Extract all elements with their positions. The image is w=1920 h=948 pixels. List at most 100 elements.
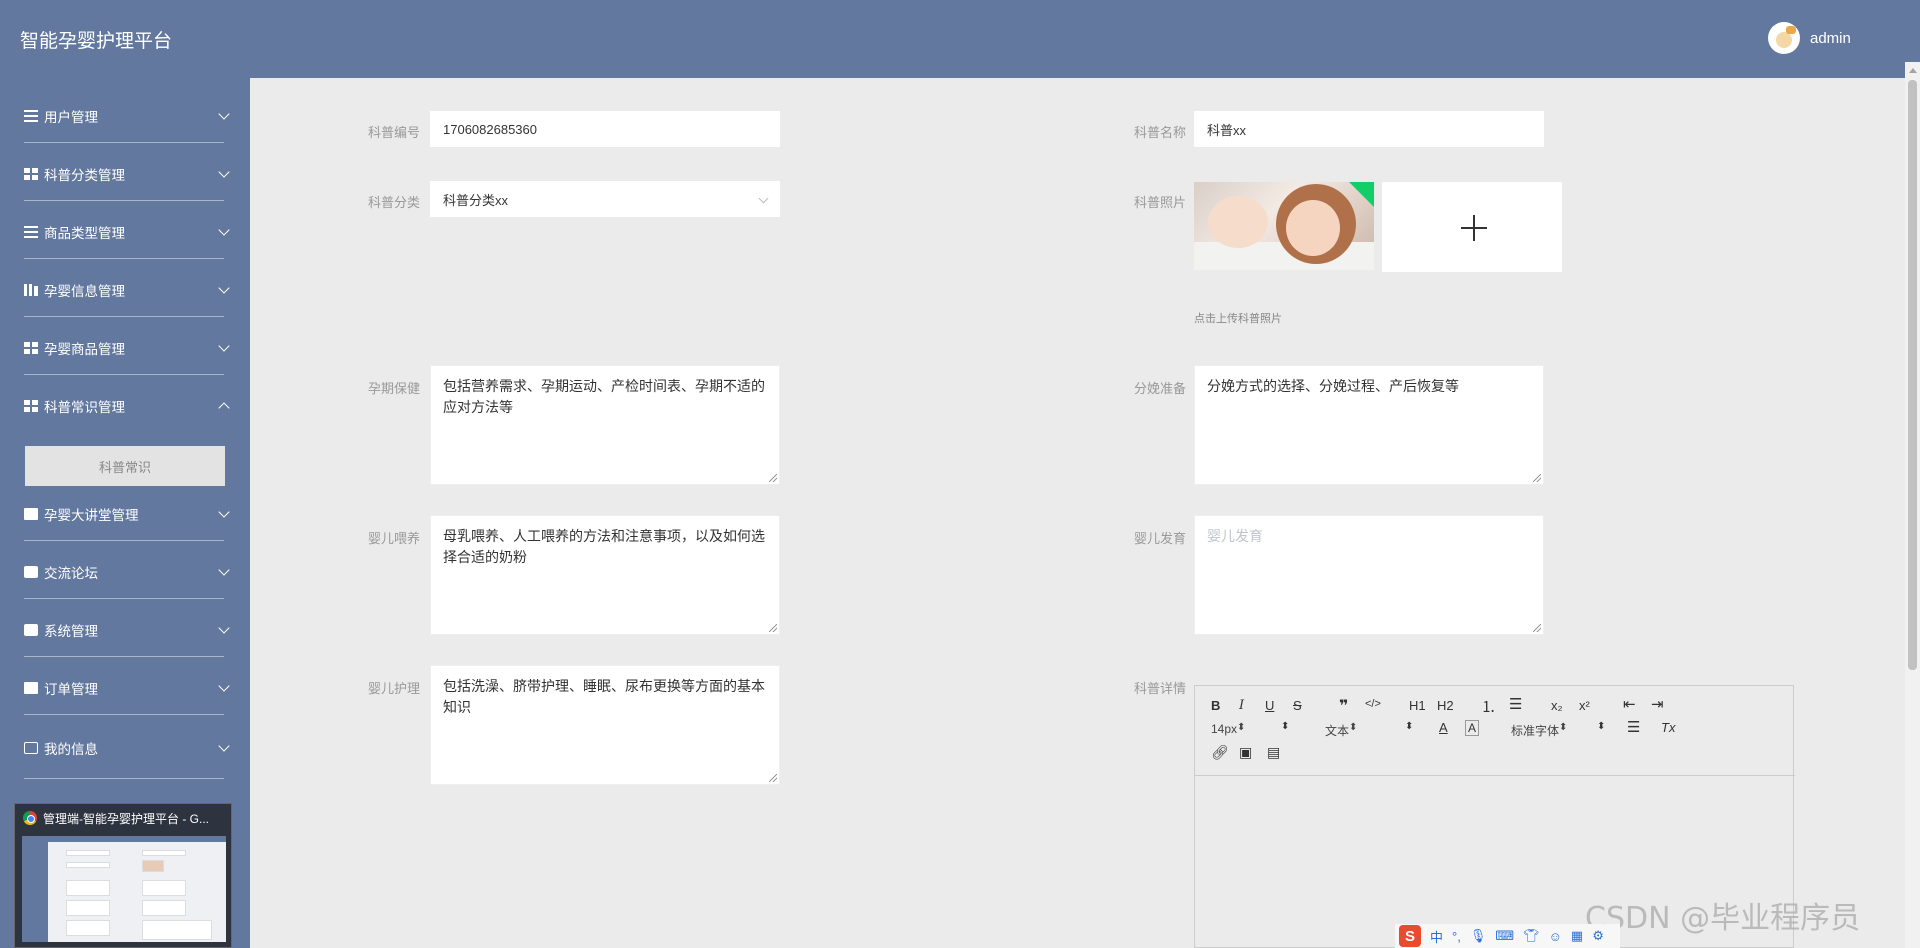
code-block-button[interactable]: </> xyxy=(1365,698,1381,710)
sidebar-item-science-knowledge[interactable]: 科普常识管理 xyxy=(0,380,250,432)
font-size-select[interactable]: 14px xyxy=(1211,722,1291,736)
label-science-detail: 科普详情 xyxy=(1133,681,1186,696)
avatar[interactable] xyxy=(1768,22,1800,54)
sidebar-item-forum[interactable]: 交流论坛 xyxy=(0,546,250,598)
infant-development-textarea[interactable]: 婴儿发育 xyxy=(1194,515,1544,635)
sidebar-item-my-info[interactable]: 我的信息 xyxy=(0,722,250,774)
font-color-button[interactable]: A xyxy=(1439,720,1448,735)
divider xyxy=(24,714,224,715)
sidebar-item-label: 订单管理 xyxy=(44,682,98,697)
sidebar-item-lecture[interactable]: 孕婴大讲堂管理 xyxy=(0,488,250,540)
infant-care-text: 包括洗澡、脐带护理、睡眠、尿布更换等方面的基本知识 xyxy=(443,678,765,715)
preview-title: 管理端-智能孕婴护理平台 - G... xyxy=(15,804,231,832)
pregnancy-care-textarea[interactable]: 包括营养需求、孕期运动、产检时间表、孕期不适的应对方法等 xyxy=(430,365,780,485)
user-menu[interactable]: admin xyxy=(1768,22,1851,54)
sidebar-item-user-management[interactable]: 用户管理 xyxy=(0,90,250,142)
sidebar-item-system[interactable]: 系统管理 xyxy=(0,604,250,656)
scroll-up-arrow-icon[interactable] xyxy=(1905,62,1920,78)
grid-menu-icon[interactable]: ▦ xyxy=(1571,928,1583,944)
editor-toolbar: B I U S ❞ </> H1 H2 ⒈ ☰ x₂ x² ⇤ ⇥ 14px ⬍… xyxy=(1195,686,1795,776)
thumb-field xyxy=(142,920,212,940)
resize-handle-icon[interactable] xyxy=(769,624,777,632)
taskbar-window-preview[interactable]: 管理端-智能孕婴护理平台 - G... xyxy=(14,803,232,948)
science-category-select[interactable]: 科普分类xx xyxy=(430,181,780,217)
chevron-down-icon xyxy=(218,224,230,236)
align-icon[interactable]: ☰ xyxy=(1627,718,1640,736)
blockquote-button[interactable]: ❞ xyxy=(1339,696,1348,716)
resize-handle-icon[interactable] xyxy=(769,474,777,482)
highlight-icon[interactable]: A xyxy=(1465,720,1480,736)
grid-icon xyxy=(24,400,38,412)
grid-icon xyxy=(24,342,38,354)
sidebar-item-label: 交流论坛 xyxy=(44,566,98,581)
underline-button[interactable]: U xyxy=(1265,698,1274,713)
resize-handle-icon[interactable] xyxy=(769,774,777,782)
delivery-prep-textarea[interactable]: 分娩方式的选择、分娩过程、产后恢复等 xyxy=(1194,365,1544,485)
card-icon xyxy=(24,742,38,754)
font-family-select[interactable]: 标准字体 xyxy=(1511,722,1567,739)
pregnancy-care-text: 包括营养需求、孕期运动、产检时间表、孕期不适的应对方法等 xyxy=(443,378,765,415)
strike-button[interactable]: S xyxy=(1293,698,1302,713)
h2-button[interactable]: H2 xyxy=(1437,698,1454,713)
preview-thumbnail xyxy=(22,836,226,942)
infant-care-textarea[interactable]: 包括洗澡、脐带护理、睡眠、尿布更换等方面的基本知识 xyxy=(430,665,780,785)
label-infant-feeding: 婴儿喂养 xyxy=(367,531,420,546)
infant-feeding-textarea[interactable]: 母乳喂养、人工喂养的方法和注意事项，以及如何选择合适的奶粉 xyxy=(430,515,780,635)
thumb-field xyxy=(142,900,186,916)
bullet-list-icon[interactable]: ☰ xyxy=(1509,695,1522,713)
block-type-select[interactable]: 文本 xyxy=(1325,722,1357,739)
sidebar-item-science-category[interactable]: 科普分类管理 xyxy=(0,148,250,200)
uploaded-photo-thumbnail[interactable] xyxy=(1194,182,1374,270)
italic-button[interactable]: I xyxy=(1239,698,1244,713)
sidebar-item-maternal-products[interactable]: 孕婴商品管理 xyxy=(0,322,250,374)
microphone-icon[interactable]: 🎙︎ xyxy=(1470,928,1487,944)
ordered-list-icon[interactable]: ⒈ xyxy=(1481,696,1496,717)
sogou-logo-icon[interactable]: S xyxy=(1399,925,1421,947)
sidebar-item-product-type[interactable]: 商品类型管理 xyxy=(0,206,250,258)
science-id-input[interactable]: 1706082685360 xyxy=(430,111,780,147)
outdent-icon[interactable]: ⇤ xyxy=(1623,695,1636,713)
sidebar-item-maternal-info[interactable]: 孕婴信息管理 xyxy=(0,264,250,316)
label-science-category: 科普分类 xyxy=(367,195,420,210)
divider xyxy=(24,540,224,541)
resize-handle-icon[interactable] xyxy=(1533,474,1541,482)
photo-upload-button[interactable] xyxy=(1382,182,1562,272)
skin-icon[interactable]: 👕︎ xyxy=(1523,928,1540,944)
ime-punct-toggle[interactable]: °, xyxy=(1452,929,1461,944)
divider xyxy=(24,200,224,201)
emoji-icon[interactable]: ☺︎ xyxy=(1549,929,1562,944)
bold-button[interactable]: B xyxy=(1211,698,1220,713)
bars-icon xyxy=(24,284,38,296)
settings-gear-icon[interactable]: ⚙︎ xyxy=(1592,928,1604,944)
updown-icon: ⬍ xyxy=(1597,721,1606,732)
sidebar-subitem-science-knowledge[interactable]: 科普常识 xyxy=(25,446,225,486)
infant-development-placeholder: 婴儿发育 xyxy=(1207,528,1263,544)
scrollbar-thumb[interactable] xyxy=(1908,80,1917,670)
keyboard-icon[interactable]: ⌨︎ xyxy=(1495,928,1514,944)
chevron-down-icon xyxy=(218,564,230,576)
subscript-button[interactable]: x₂ xyxy=(1551,698,1563,713)
app-title: 智能孕婴护理平台 xyxy=(20,31,173,52)
h1-button[interactable]: H1 xyxy=(1409,698,1426,713)
label-infant-care: 婴儿护理 xyxy=(367,681,420,696)
thumb-header xyxy=(22,836,226,842)
sidebar-item-label: 用户管理 xyxy=(44,110,98,125)
link-icon[interactable]: 🔗︎ xyxy=(1211,744,1229,761)
page-scrollbar[interactable] xyxy=(1905,78,1920,948)
video-icon[interactable]: ▤ xyxy=(1267,744,1280,761)
superscript-button[interactable]: x² xyxy=(1579,698,1590,713)
sidebar-item-orders[interactable]: 订单管理 xyxy=(0,662,250,714)
science-name-input[interactable]: 科普xx xyxy=(1194,111,1544,147)
list-icon xyxy=(24,110,38,122)
clear-format-button[interactable]: Tx xyxy=(1661,720,1675,735)
chrome-icon xyxy=(23,811,37,825)
chevron-down-icon xyxy=(218,340,230,352)
ime-toolbar[interactable]: S 中 °, 🎙︎ ⌨︎ 👕︎ ☺︎ ▦ ⚙︎ xyxy=(1395,924,1620,948)
username[interactable]: admin xyxy=(1810,30,1851,47)
label-pregnancy-care: 孕期保健 xyxy=(367,381,420,396)
chevron-down-icon xyxy=(218,740,230,752)
image-icon[interactable]: ▣ xyxy=(1239,744,1252,761)
ime-mode-toggle[interactable]: 中 xyxy=(1430,927,1443,946)
indent-icon[interactable]: ⇥ xyxy=(1651,695,1664,713)
resize-handle-icon[interactable] xyxy=(1533,624,1541,632)
